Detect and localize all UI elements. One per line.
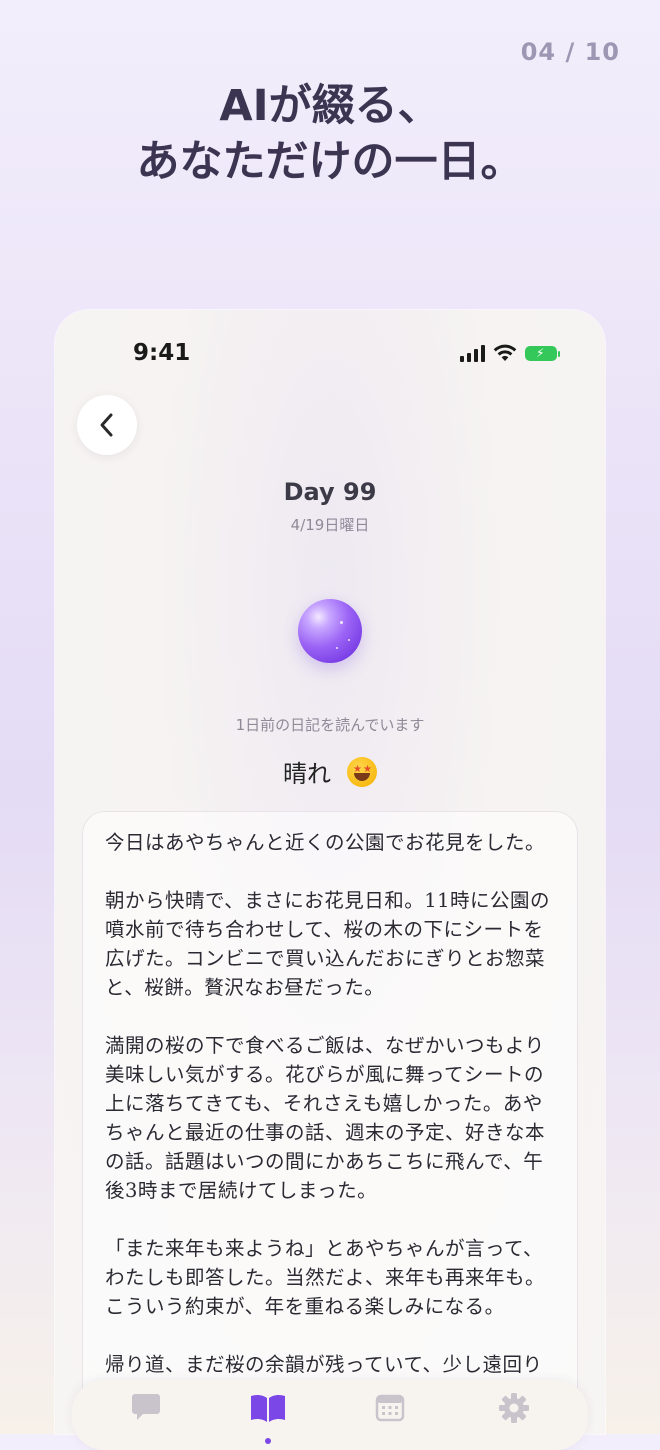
star-struck-emoji-icon: ★ ★ (347, 756, 377, 787)
ai-orb-icon (298, 599, 362, 663)
tab-bar (72, 1380, 588, 1450)
phone-screen: 9:41 ⚡ Day 99 4/19日曜日 1日前の日記を読んでいます 晴れ ★… (55, 310, 605, 1434)
diary-entry-text: 今日はあやちゃんと近くの公園でお花見をした。 朝から快晴で、まさにお花見日和。1… (105, 831, 551, 1376)
headline: AIが綴る、 あなただけの一日。 (0, 78, 660, 190)
active-tab-indicator (265, 1438, 271, 1444)
page-counter: 04 / 10 (520, 38, 620, 66)
weather-mood-row: 晴れ ★ ★ (55, 754, 605, 789)
tab-chat[interactable] (126, 1392, 166, 1432)
status-time: 9:41 (133, 340, 191, 366)
book-icon (251, 1394, 285, 1422)
headline-line-1: AIが綴る、 (219, 81, 441, 131)
calendar-icon (375, 1394, 405, 1422)
chevron-left-icon (100, 413, 113, 437)
status-icons: ⚡ (460, 344, 560, 362)
tab-calendar[interactable] (370, 1392, 410, 1432)
back-button[interactable] (77, 395, 137, 455)
day-date: 4/19日曜日 (290, 516, 370, 534)
reading-status: 1日前の日記を読んでいます (235, 716, 425, 734)
day-title: Day 99 (283, 478, 377, 506)
battery-charging-icon: ⚡ (525, 345, 560, 361)
gear-icon (499, 1393, 529, 1423)
chat-bubble-icon (132, 1394, 160, 1420)
weather-label: 晴れ (283, 760, 331, 788)
diary-entry-card[interactable]: 今日はあやちゃんと近くの公園でお花見をした。 朝から快晴で、まさにお花見日和。1… (83, 812, 577, 1434)
status-bar: 9:41 ⚡ (55, 310, 605, 398)
headline-line-2: あなただけの一日。 (136, 137, 524, 187)
tab-settings[interactable] (494, 1392, 534, 1432)
wifi-icon (493, 344, 517, 361)
tab-diary[interactable] (248, 1392, 288, 1444)
cellular-signal-icon (460, 344, 485, 362)
